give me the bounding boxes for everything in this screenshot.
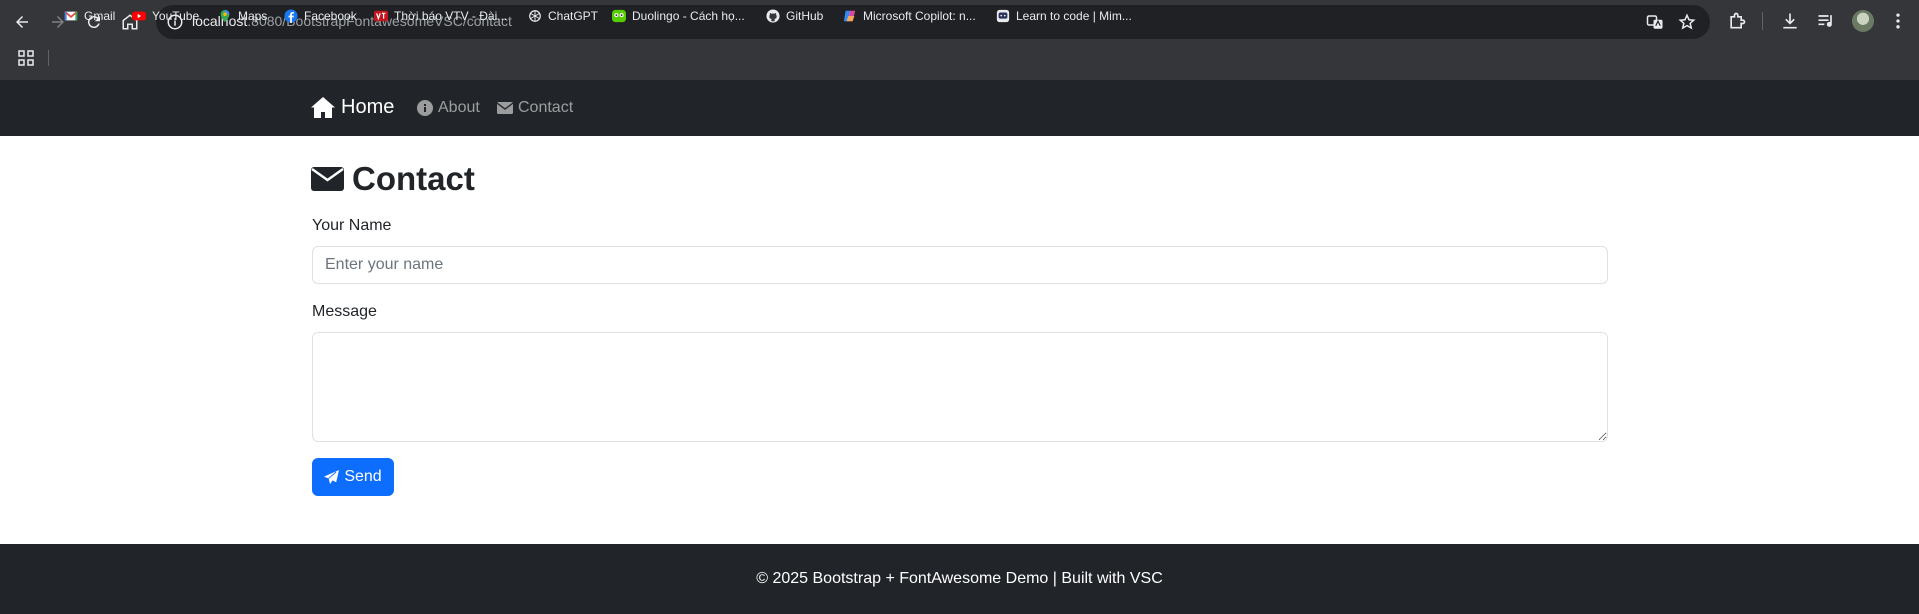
- bookmark-duolingo[interactable]: Duolingo - Cách họ...: [612, 9, 745, 23]
- footer-text: © 2025 Bootstrap + FontAwesome Demo | Bu…: [756, 570, 1163, 587]
- duolingo-icon: [612, 9, 626, 23]
- back-button[interactable]: [8, 8, 36, 36]
- bookmark-maps[interactable]: Maps: [218, 9, 267, 23]
- bookmark-youtube[interactable]: YouTube: [132, 9, 199, 23]
- toolbar-divider: [1762, 12, 1763, 30]
- bookmarks-bar: [0, 44, 1919, 80]
- bookmark-github[interactable]: GitHub: [766, 9, 823, 23]
- bookmark-gmail[interactable]: Gmail: [64, 9, 115, 23]
- nav-link-about[interactable]: About: [417, 99, 480, 117]
- bookmarks-divider: [48, 50, 49, 66]
- translate-icon[interactable]: [1646, 13, 1664, 31]
- site-navbar: [0, 80, 1919, 136]
- envelope-icon: [311, 167, 344, 191]
- profile-avatar[interactable]: [1852, 10, 1874, 32]
- copilot-icon: [843, 9, 857, 23]
- maps-icon: [218, 9, 232, 23]
- home-icon: [311, 97, 335, 118]
- more-menu-icon[interactable]: [1888, 11, 1908, 31]
- mimo-icon: [996, 9, 1010, 23]
- message-textarea[interactable]: [312, 332, 1608, 442]
- github-icon: [766, 9, 780, 23]
- extensions-icon[interactable]: [1727, 11, 1747, 31]
- send-button[interactable]: Send: [312, 458, 394, 496]
- bookmark-facebook[interactable]: Facebook: [284, 9, 357, 23]
- youtube-icon: [132, 9, 146, 23]
- gmail-icon: [64, 9, 78, 23]
- media-control-icon[interactable]: [1816, 11, 1836, 31]
- nav-link-contact[interactable]: Contact: [497, 99, 573, 117]
- site-footer: © 2025 Bootstrap + FontAwesome Demo | Bu…: [0, 544, 1919, 614]
- facebook-icon: [284, 9, 298, 23]
- vtv-icon: [374, 9, 388, 23]
- bookmark-copilot[interactable]: Microsoft Copilot: n...: [843, 9, 976, 23]
- name-label: Your Name: [312, 217, 392, 234]
- bookmark-chatgpt[interactable]: ChatGPT: [528, 9, 598, 23]
- envelope-icon: [497, 102, 513, 114]
- info-circle-icon: [417, 100, 433, 116]
- star-icon[interactable]: [1678, 13, 1696, 31]
- message-label: Message: [312, 303, 377, 320]
- bookmark-vtv[interactable]: Thời báo VTV - Đài...: [374, 9, 507, 23]
- page-title: Contact: [311, 160, 475, 198]
- arrow-left-icon: [16, 16, 28, 28]
- chatgpt-icon: [528, 9, 542, 23]
- apps-grid-icon[interactable]: [18, 50, 34, 66]
- name-input[interactable]: [312, 246, 1608, 284]
- download-icon[interactable]: [1780, 11, 1800, 31]
- navbar-brand-home[interactable]: Home: [311, 96, 394, 119]
- paper-plane-icon: [324, 469, 340, 484]
- bookmark-mimo[interactable]: Learn to code | Mim...: [996, 9, 1132, 23]
